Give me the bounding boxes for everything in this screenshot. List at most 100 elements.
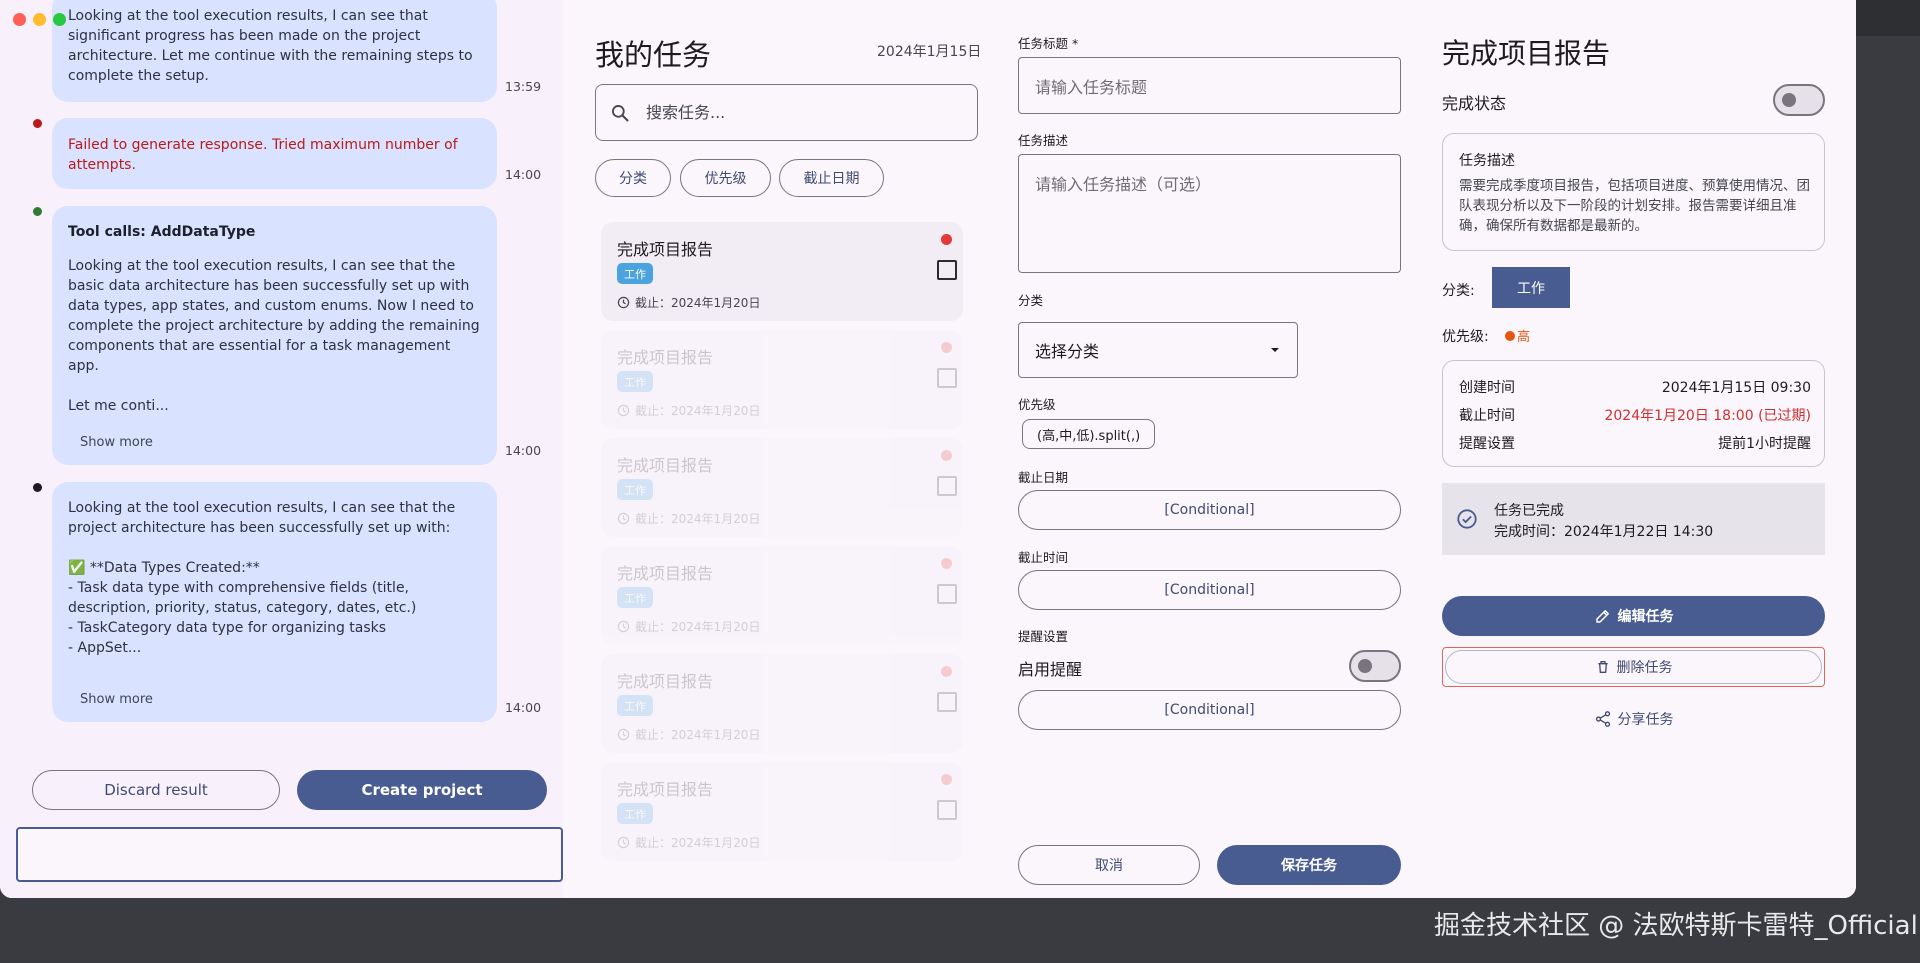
window-controls	[13, 13, 66, 26]
maximize-window-button[interactable]	[53, 13, 66, 26]
task-card[interactable]: 完成项目报告 工作 截止：2024年1月20日	[601, 654, 963, 753]
reminder-toggle[interactable]	[1349, 650, 1401, 682]
due-date-button[interactable]: [Conditional]	[1018, 490, 1401, 530]
error-text: Failed to generate response. Tried maxim…	[68, 137, 458, 173]
task-due: 截止：2024年1月20日	[617, 402, 760, 419]
completed-banner: 任务已完成 完成时间：2024年1月22日 14:30	[1442, 483, 1825, 555]
filter-chip-due-date[interactable]: 截止日期	[779, 159, 884, 197]
task-due: 截止：2024年1月20日	[617, 618, 760, 635]
category-select-value: 选择分类	[1035, 342, 1100, 361]
clock-icon	[617, 620, 630, 633]
task-title: 完成项目报告	[617, 240, 714, 259]
priority-dot	[941, 342, 952, 353]
priority-dot	[1505, 330, 1515, 341]
category-tag: 工作	[617, 371, 653, 392]
task-due: 截止：2024年1月20日	[617, 834, 760, 851]
tool-calls-title: Tool calls: AddDataType	[68, 224, 256, 240]
complete-checkbox[interactable]	[937, 800, 957, 820]
filter-chip-category[interactable]: 分类	[595, 159, 671, 197]
completion-status-label: 完成状态	[1442, 94, 1507, 113]
message-time: 13:59	[505, 79, 542, 94]
chat-message-text: Looking at the tool execution results, I…	[68, 258, 480, 414]
chat-message-summary: Looking at the tool execution results, I…	[52, 482, 497, 722]
category-field-label: 分类	[1018, 293, 1044, 308]
due-time-row: 截止时间 2024年1月20日 18:00 (已过期)	[1459, 405, 1811, 425]
task-card[interactable]: 完成项目报告 工作 截止：2024年1月20日	[601, 438, 963, 537]
task-list-panel: 我的任务 2024年1月15日 分类 优先级 截止日期 完成项目报告 工作 截止…	[573, 0, 993, 898]
share-task-button[interactable]: 分享任务	[1442, 706, 1825, 732]
chat-panel: Looking at the tool execution results, I…	[0, 0, 563, 898]
due-date-text: 截止：2024年1月20日	[635, 728, 761, 742]
complete-checkbox[interactable]	[937, 584, 957, 604]
task-detail-panel: 完成项目报告 完成状态 任务描述 需要完成季度项目报告，包括项目进度、预算使用情…	[1420, 0, 1856, 898]
cancel-button[interactable]: 取消	[1018, 845, 1200, 885]
due-date-text: 截止：2024年1月20日	[635, 836, 761, 850]
discard-result-button[interactable]: Discard result	[32, 770, 280, 810]
due-time-value: 2024年1月20日 18:00 (已过期)	[1604, 408, 1811, 424]
watermark-text: 掘金技术社区 @ 法欧特斯卡雷特_Official	[1434, 911, 1918, 941]
close-window-button[interactable]	[13, 13, 26, 26]
due-date-text: 截止：2024年1月20日	[635, 620, 761, 634]
search-bar[interactable]	[595, 84, 978, 141]
chat-input[interactable]	[16, 827, 563, 882]
clock-icon	[617, 836, 630, 849]
task-due: 截止：2024年1月20日	[617, 510, 760, 527]
priority-chip[interactable]: (高,中,低).split(,)	[1022, 419, 1156, 449]
edit-task-label: 编辑任务	[1617, 609, 1674, 625]
description-field-label: 任务描述	[1018, 133, 1069, 148]
completion-toggle[interactable]	[1773, 84, 1825, 116]
search-input[interactable]	[646, 103, 946, 122]
reminder-label: 提醒设置	[1459, 436, 1515, 452]
edit-icon	[1595, 610, 1609, 623]
save-task-button[interactable]: 保存任务	[1217, 845, 1401, 885]
description-card: 任务描述 需要完成季度项目报告，包括项目进度、预算使用情况、团队表现分析以及下一…	[1442, 133, 1825, 251]
complete-checkbox[interactable]	[937, 368, 957, 388]
share-icon	[1595, 711, 1610, 727]
task-title: 完成项目报告	[617, 672, 714, 691]
completed-time: 完成时间：2024年1月22日 14:30	[1494, 524, 1714, 540]
message-time: 14:00	[505, 700, 542, 715]
category-tag: 工作	[617, 263, 653, 284]
due-time-field-label: 截止时间	[1018, 550, 1069, 565]
time-info-card: 创建时间 2024年1月15日 09:30 截止时间 2024年1月20日 18…	[1442, 360, 1825, 467]
complete-checkbox[interactable]	[937, 692, 957, 712]
complete-checkbox[interactable]	[937, 476, 957, 496]
check-circle-icon	[1457, 509, 1477, 529]
edit-task-button[interactable]: 编辑任务	[1442, 596, 1825, 636]
due-date-text: 截止：2024年1月20日	[635, 404, 761, 418]
enable-reminder-label: 启用提醒	[1018, 660, 1083, 679]
minimize-window-button[interactable]	[33, 13, 46, 26]
chat-message-text: Looking at the tool execution results, I…	[68, 8, 473, 84]
task-card[interactable]: 完成项目报告 工作 截止：2024年1月20日	[601, 330, 963, 429]
clock-icon	[617, 728, 630, 741]
task-card[interactable]: 完成项目报告 工作 截止：2024年1月20日	[601, 546, 963, 645]
priority-dot	[941, 234, 952, 245]
due-date-text: 截止：2024年1月20日	[635, 512, 761, 526]
category-label: 分类:	[1442, 283, 1475, 299]
task-title: 完成项目报告	[617, 564, 714, 583]
create-project-button[interactable]: Create project	[297, 770, 547, 810]
delete-task-button[interactable]: 删除任务	[1442, 647, 1825, 687]
category-select[interactable]: 选择分类	[1018, 322, 1298, 378]
filter-chip-priority[interactable]: 优先级	[680, 159, 771, 197]
complete-checkbox[interactable]	[937, 260, 957, 280]
title-input[interactable]: 请输入任务标题	[1018, 57, 1401, 114]
task-detail-title: 完成项目报告	[1442, 37, 1611, 70]
chat-message: Looking at the tool execution results, I…	[52, 0, 497, 102]
toggle-knob	[1782, 93, 1796, 107]
priority-field-label: 优先级	[1018, 397, 1056, 412]
due-time-button[interactable]: [Conditional]	[1018, 570, 1401, 610]
task-card[interactable]: 完成项目报告 工作 截止：2024年1月20日	[601, 222, 963, 321]
due-date-text: 截止：2024年1月20日	[635, 296, 761, 310]
desktop-background	[1856, 0, 1920, 36]
show-more-link[interactable]: Show more	[80, 433, 153, 453]
show-more-link[interactable]: Show more	[80, 690, 153, 710]
task-card[interactable]: 完成项目报告 工作 截止：2024年1月20日	[601, 762, 963, 861]
description-input[interactable]: 请输入任务描述（可选）	[1018, 154, 1401, 273]
reminder-field-label: 提醒设置	[1018, 629, 1069, 644]
completed-title: 任务已完成	[1494, 503, 1564, 519]
clock-icon	[617, 512, 630, 525]
reminder-time-button[interactable]: [Conditional]	[1018, 690, 1401, 730]
category-tag: 工作	[617, 587, 653, 608]
dropdown-arrow-icon	[1271, 348, 1279, 352]
